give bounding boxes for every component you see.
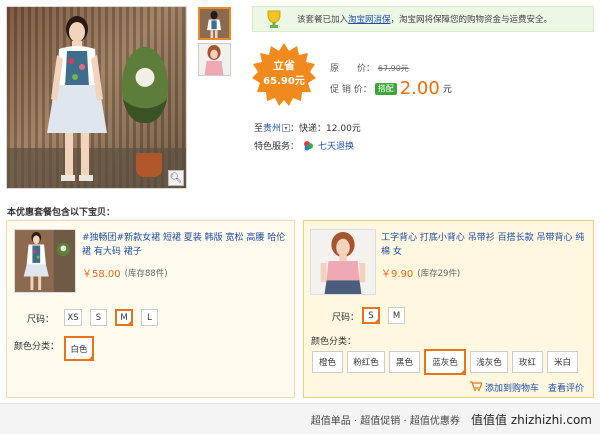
- footer-slogan: 超值单品 · 超值促销 · 超值优惠券: [310, 416, 460, 427]
- photo-flower-pot: [136, 153, 162, 177]
- original-price-value: 67.90元: [377, 64, 409, 73]
- photo-flower-plant: [122, 47, 168, 123]
- shopping-cart-icon: [470, 381, 483, 394]
- footer-bar: 超值单品 · 超值促销 · 超值优惠券 值值值 zhizhizhi.com: [0, 403, 600, 434]
- size-option-l[interactable]: L: [141, 309, 158, 326]
- combo-tag: 搭配: [374, 82, 397, 95]
- product-stock-1: (库存88件): [124, 268, 168, 279]
- zoom-icon[interactable]: 🔍︎: [168, 170, 184, 186]
- seven-day-return-icon: [303, 140, 314, 151]
- thumbnail-2[interactable]: [198, 43, 231, 76]
- product-price-row-2: ￥9.90 (库存29件): [381, 265, 461, 281]
- size-label-1: 尺码：: [27, 315, 55, 325]
- thumbnail-image: [200, 9, 229, 38]
- package-section-title: 本优惠套餐包含以下宝贝：: [7, 208, 116, 218]
- thumbnail-1[interactable]: [198, 7, 231, 40]
- original-price-label: 原 价：: [330, 64, 376, 74]
- color-label-2: 颜色分类：: [311, 337, 357, 347]
- package-item-card-2: 工字背心 打底小背心 吊带衫 百搭长款 吊带背心 纯棉 女 ￥9.90 (库存2…: [303, 220, 594, 398]
- shipping-row: 至 贵州 ▾ ：快递：12.00元: [254, 121, 361, 134]
- color-option-orange[interactable]: 橙色: [312, 351, 343, 373]
- trophy-shield-icon: [267, 10, 281, 28]
- promo-price-label: 促 销 价：: [330, 85, 372, 95]
- size-option-s-selected[interactable]: S: [362, 307, 380, 324]
- shipping-fee: ：快递：12.00元: [290, 124, 361, 134]
- size-option-s[interactable]: S: [90, 309, 107, 326]
- color-option-rosered[interactable]: 玫红: [512, 351, 543, 373]
- consumer-protection-notice: 该套餐已加入 淘宝网消保 ，淘宝网将保障您的购物资金与运费安全。: [252, 6, 594, 32]
- color-option-white-selected[interactable]: 白色: [64, 336, 94, 361]
- product-photo: [311, 230, 375, 294]
- color-label-1: 颜色分类：: [14, 342, 60, 352]
- size-option-m-selected[interactable]: M: [115, 309, 133, 326]
- product-price-2: ￥9.90: [381, 269, 414, 280]
- service-label: 特色服务：: [254, 142, 300, 152]
- product-image-1[interactable]: [14, 229, 76, 293]
- color-option-offwhite[interactable]: 米白: [547, 351, 578, 373]
- footer-content: 超值单品 · 超值促销 · 超值优惠券 值值值 zhizhizhi.com: [311, 411, 592, 428]
- model-figure: [47, 16, 107, 181]
- product-stock-2: (库存29件): [417, 268, 461, 279]
- promo-price-row: 促 销 价： 搭配 2.00 元: [330, 78, 452, 99]
- seven-day-return-link[interactable]: 七天退换: [318, 139, 354, 152]
- product-price-1: ￥58.00: [82, 269, 121, 280]
- promo-price-value: 2.00: [399, 78, 440, 99]
- shipping-label: 至: [254, 124, 264, 134]
- size-option-m[interactable]: M: [388, 307, 405, 324]
- product-title-link-2[interactable]: 工字背心 打底小背心 吊带衫 百搭长款 吊带背心 纯棉 女: [381, 233, 584, 257]
- consumer-protection-link[interactable]: 淘宝网消保: [348, 13, 391, 25]
- color-option-pink[interactable]: 粉红色: [347, 351, 385, 373]
- cart-actions: 添加到购物车 查看评价: [470, 381, 584, 394]
- main-product-image[interactable]: 🔍︎: [6, 6, 187, 189]
- product-title-link-1[interactable]: #独畅团#新款女裙 短裙 夏装 韩版 宽松 高腰 哈伦裙 有大码 裙子: [82, 233, 285, 257]
- size-label-2: 尺码：: [332, 313, 360, 323]
- badge-line-2: 65.90元: [263, 76, 305, 87]
- chevron-down-icon: ▾: [282, 123, 291, 132]
- shipping-region: 贵州: [263, 124, 282, 134]
- color-option-black[interactable]: 黑色: [389, 351, 420, 373]
- original-price-row: 原 价： 67.90元: [330, 61, 409, 74]
- package-item-card-1: #独畅团#新款女裙 短裙 夏装 韩版 宽松 高腰 哈伦裙 有大码 裙子 ￥58.…: [6, 220, 295, 398]
- shipping-region-select[interactable]: 贵州 ▾: [263, 121, 291, 134]
- promo-price-unit: 元: [442, 85, 452, 95]
- color-option-bluegray-selected[interactable]: 蓝灰色: [424, 349, 466, 375]
- view-review-link[interactable]: 查看评价: [548, 381, 584, 394]
- badge-line-1: 立省: [273, 59, 295, 72]
- color-option-lightgray[interactable]: 浅灰色: [470, 351, 508, 373]
- savings-badge: 立省 65.90元: [251, 42, 317, 108]
- size-option-xs[interactable]: XS: [64, 309, 82, 326]
- product-photo: [15, 230, 75, 292]
- notice-suffix: ，淘宝网将保障您的购物资金与运费安全。: [390, 15, 553, 25]
- notice-prefix: 该套餐已加入: [297, 15, 349, 25]
- add-to-cart-link[interactable]: 添加到购物车: [485, 381, 539, 394]
- service-row: 特色服务： 七天退换: [254, 139, 354, 152]
- product-price-row-1: ￥58.00 (库存88件): [82, 265, 168, 281]
- product-image-2[interactable]: [310, 229, 376, 295]
- footer-brand: 值值值 zhizhizhi.com: [471, 413, 592, 427]
- thumbnail-image: [199, 44, 230, 75]
